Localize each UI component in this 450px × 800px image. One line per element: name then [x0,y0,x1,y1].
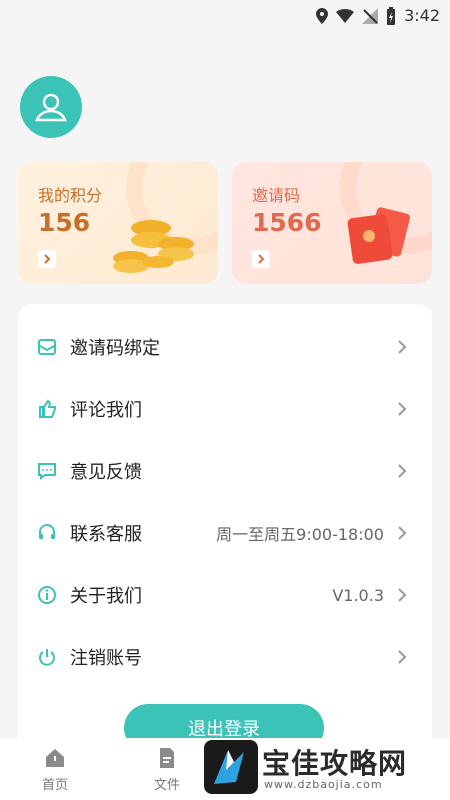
battery-icon [387,6,396,25]
status-icons: 3:42 [316,6,440,25]
watermark-url: www.dzbaojia.com [264,778,383,791]
no-signal-icon [362,7,379,24]
menu-item-feedback[interactable]: 意见反馈 [18,440,432,502]
invite-card[interactable]: 邀请码 1566 [232,162,432,284]
menu-label: 联系客服 [70,524,142,545]
coins-icon [113,220,194,273]
chevron-right-icon [398,526,407,540]
thumbs-up-icon [36,398,58,420]
status-time: 3:42 [404,6,440,25]
power-icon [36,646,58,668]
user-icon [35,93,67,122]
app-version: V1.0.3 [332,585,384,605]
menu-label: 评论我们 [70,400,142,421]
points-arrow-button[interactable] [38,250,56,268]
info-icon [36,584,58,606]
home-icon [46,749,64,767]
status-bar: 3:42 [0,0,450,32]
mail-icon [36,336,58,358]
nav-tab-home[interactable]: 首页 [42,746,68,793]
menu-item-invite-bind[interactable]: 邀请码绑定 [18,316,432,378]
nav-tab-files[interactable]: 文件 [154,746,180,793]
watermark-title: 宝佳攻略网 [262,747,408,780]
red-envelope-icon [347,207,410,264]
chevron-right-icon [398,588,407,602]
feedback-icon [36,460,58,482]
menu-label: 注销账号 [70,648,142,669]
chevron-right-icon [398,402,407,416]
invite-arrow-button[interactable] [252,250,270,268]
menu-label: 意见反馈 [70,462,142,483]
points-label: 我的积分 [38,186,103,205]
watermark: 宝佳攻略网 www.dzbaojia.com [200,734,450,800]
menu-item-delete-account[interactable]: 注销账号 [18,626,432,688]
menu-item-customer-service[interactable]: 联系客服 周一至周五9:00-18:00 [18,502,432,564]
wifi-icon [336,8,355,23]
menu-label: 关于我们 [70,586,142,607]
nav-label: 首页 [42,778,69,793]
menu-item-rate-us[interactable]: 评论我们 [18,378,432,440]
invite-label: 邀请码 [252,186,301,205]
points-card[interactable]: 我的积分 156 [18,162,218,284]
chevron-right-icon [398,340,407,354]
location-icon [316,7,329,24]
headset-icon [36,522,58,544]
menu-label: 邀请码绑定 [70,338,160,359]
chevron-right-icon [258,254,265,264]
watermark-logo [204,740,258,794]
avatar[interactable] [20,76,82,138]
chevron-right-icon [44,254,51,264]
invite-value: 1566 [252,208,322,237]
file-icon [160,748,174,768]
nav-label: 文件 [154,778,181,793]
chevron-right-icon [398,464,407,478]
service-hours: 周一至周五9:00-18:00 [216,525,384,544]
points-value: 156 [38,208,91,237]
chevron-right-icon [398,650,407,664]
menu-item-about-us[interactable]: 关于我们 V1.0.3 [18,564,432,626]
